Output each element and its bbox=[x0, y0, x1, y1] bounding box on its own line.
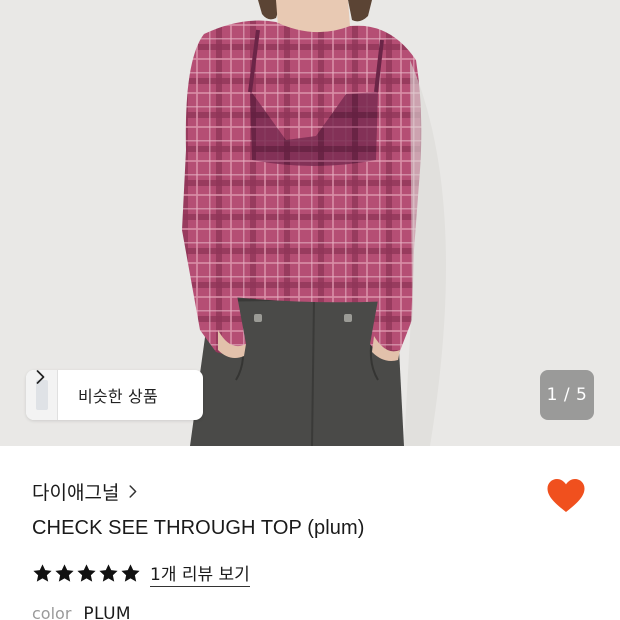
brand-link[interactable]: 다이애그널 bbox=[32, 478, 137, 505]
wishlist-heart-icon[interactable] bbox=[546, 478, 586, 514]
product-image-gallery[interactable]: 비슷한 상품 1 / 5 bbox=[0, 0, 620, 446]
chevron-right-icon bbox=[129, 485, 137, 498]
star-icon bbox=[99, 564, 118, 582]
color-value: PLUM bbox=[83, 604, 131, 620]
brand-name: 다이애그널 bbox=[32, 482, 120, 504]
image-pager-indicator: 1 / 5 bbox=[540, 370, 594, 420]
product-title: CHECK SEE THROUGH TOP (plum) bbox=[32, 517, 365, 539]
color-label: color bbox=[32, 604, 72, 620]
star-icon bbox=[77, 564, 96, 582]
similar-products-label: 비슷한 상품 bbox=[78, 387, 158, 406]
view-reviews-link[interactable]: 1개 리뷰 보기 bbox=[150, 560, 250, 587]
rating-row: 1개 리뷰 보기 bbox=[32, 560, 250, 587]
star-rating bbox=[32, 563, 141, 584]
similar-products-button[interactable]: 비슷한 상품 bbox=[26, 370, 203, 420]
star-icon bbox=[33, 564, 52, 582]
chevron-right-icon bbox=[36, 370, 45, 384]
star-icon bbox=[121, 564, 140, 582]
star-icon bbox=[55, 564, 74, 582]
color-option: color PLUM bbox=[32, 604, 131, 620]
